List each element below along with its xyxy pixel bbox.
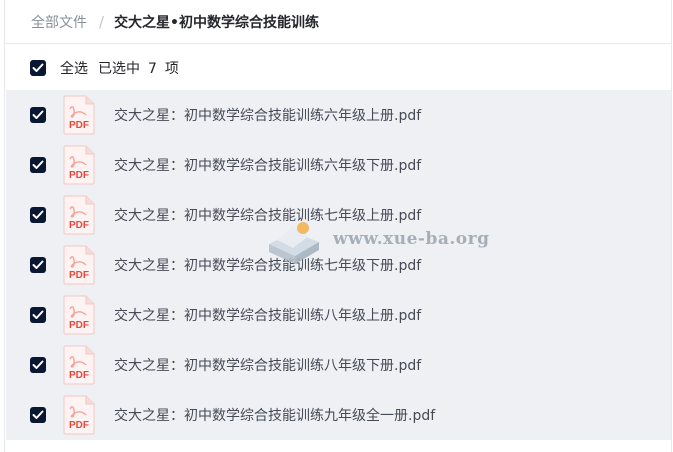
selected-count-text: 已选中 7 项 (98, 58, 179, 78)
pdf-icon: PDF (62, 395, 96, 435)
file-name[interactable]: 交大之星：初中数学综合技能训练六年级下册.pdf (114, 155, 421, 175)
file-row[interactable]: PDF 交大之星：初中数学综合技能训练六年级下册.pdf (6, 140, 671, 190)
pdf-icon: PDF (62, 95, 96, 135)
select-all-label[interactable]: 全选 (60, 58, 88, 78)
checkmark-icon (32, 360, 44, 369)
pdf-icon: PDF (62, 345, 96, 385)
file-checkbox[interactable] (30, 307, 46, 323)
file-checkbox[interactable] (30, 207, 46, 223)
file-row[interactable]: PDF 交大之星：初中数学综合技能训练六年级上册.pdf (6, 90, 671, 140)
pdf-icon-label: PDF (69, 370, 89, 381)
breadcrumb: 全部文件 / 交大之星•初中数学综合技能训练 (5, 0, 671, 44)
file-row[interactable]: PDF 交大之星：初中数学综合技能训练七年级下册.pdf (6, 240, 671, 290)
checkmark-icon (32, 110, 44, 119)
pdf-icon: PDF (62, 295, 96, 335)
selected-count: 7 (148, 60, 157, 77)
pdf-icon: PDF (62, 245, 96, 285)
file-name[interactable]: 交大之星：初中数学综合技能训练七年级下册.pdf (114, 255, 421, 275)
checkmark-icon (32, 63, 44, 72)
pdf-icon-label: PDF (69, 320, 89, 331)
pdf-icon: PDF (62, 145, 96, 185)
checkmark-icon (32, 260, 44, 269)
file-checkbox[interactable] (30, 357, 46, 373)
file-name[interactable]: 交大之星：初中数学综合技能训练九年级全一册.pdf (114, 405, 435, 425)
file-row[interactable]: PDF 交大之星：初中数学综合技能训练九年级全一册.pdf (6, 390, 671, 440)
selection-bar: 全选 已选中 7 项 (5, 45, 671, 90)
file-name[interactable]: 交大之星：初中数学综合技能训练六年级上册.pdf (114, 105, 421, 125)
file-name[interactable]: 交大之星：初中数学综合技能训练八年级下册.pdf (114, 355, 421, 375)
file-row[interactable]: PDF 交大之星：初中数学综合技能训练七年级上册.pdf (6, 190, 671, 240)
selected-prefix: 已选中 (98, 60, 140, 77)
checkmark-icon (32, 160, 44, 169)
file-checkbox[interactable] (30, 107, 46, 123)
checkmark-icon (32, 210, 44, 219)
select-all-checkbox[interactable] (30, 59, 46, 76)
file-row[interactable]: PDF 交大之星：初中数学综合技能训练八年级下册.pdf (6, 340, 671, 390)
file-checkbox[interactable] (30, 257, 46, 273)
file-checkbox[interactable] (30, 407, 46, 423)
breadcrumb-root-link[interactable]: 全部文件 (31, 12, 87, 32)
pdf-icon: PDF (62, 195, 96, 235)
checkmark-icon (32, 310, 44, 319)
file-checkbox[interactable] (30, 157, 46, 173)
pdf-icon-label: PDF (69, 220, 89, 231)
pdf-icon-label: PDF (69, 270, 89, 281)
selected-suffix: 项 (164, 60, 179, 77)
file-list: PDF 交大之星：初中数学综合技能训练六年级上册.pdf PDF 交大之星：初中数学综… (6, 90, 671, 440)
breadcrumb-current-folder: 交大之星•初中数学综合技能训练 (114, 14, 320, 31)
file-row[interactable]: PDF 交大之星：初中数学综合技能训练八年级上册.pdf (6, 290, 671, 340)
pdf-icon-label: PDF (69, 420, 89, 431)
file-name[interactable]: 交大之星：初中数学综合技能训练八年级上册.pdf (114, 305, 421, 325)
pdf-icon-label: PDF (69, 120, 89, 131)
breadcrumb-separator: / (99, 12, 105, 31)
checkmark-icon (32, 410, 44, 419)
file-browser-panel: 全部文件 / 交大之星•初中数学综合技能训练 全选 已选中 7 项 PDF 交大之星：… (4, 0, 672, 452)
pdf-icon-label: PDF (69, 170, 89, 181)
file-name[interactable]: 交大之星：初中数学综合技能训练七年级上册.pdf (114, 205, 421, 225)
